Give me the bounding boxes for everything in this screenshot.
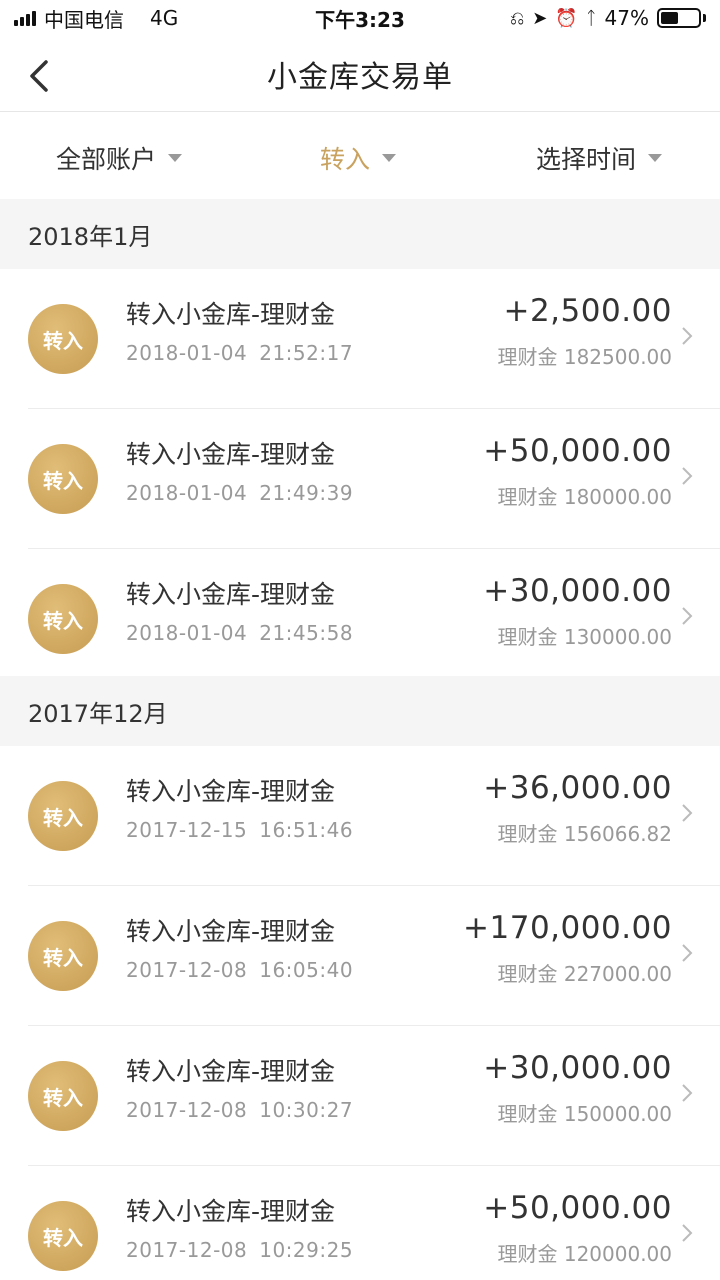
transaction-clock: 10:30:27 <box>259 1098 354 1122</box>
transaction-clock: 16:51:46 <box>259 818 354 842</box>
transaction-row[interactable]: 转入 转入小金库-理财金 2017-12-15 16:51:46 +36,000.… <box>0 746 720 886</box>
month-header: 2017年12月 <box>0 676 720 746</box>
chevron-right-icon <box>682 1224 693 1242</box>
chevron-right-icon <box>682 804 693 822</box>
transaction-clock: 16:05:40 <box>259 958 354 982</box>
nav-bar: 小金库交易单 <box>0 36 720 112</box>
type-filter-label: 转入 <box>320 145 371 174</box>
transaction-time: 2017-12-15 16:51:46 <box>126 818 353 842</box>
chevron-right-icon <box>682 944 693 962</box>
transaction-amount: +30,000.00 <box>483 573 672 609</box>
transaction-time: 2017-12-08 16:05:40 <box>126 958 353 982</box>
transaction-time: 2017-12-08 10:29:25 <box>126 1238 353 1262</box>
transaction-amount: +30,000.00 <box>483 1050 672 1086</box>
transaction-title: 转入小金库-理财金 <box>126 300 336 329</box>
transfer-in-badge: 转入 <box>28 444 98 514</box>
transaction-balance: 理财金 156066.82 <box>497 822 672 846</box>
transaction-date: 2018-01-04 <box>126 341 248 365</box>
transaction-title: 转入小金库-理财金 <box>126 917 336 946</box>
page-title: 小金库交易单 <box>267 59 453 95</box>
transfer-in-badge: 转入 <box>28 584 98 654</box>
transfer-in-badge: 转入 <box>28 1061 98 1131</box>
transaction-date: 2017-12-08 <box>126 1098 248 1122</box>
chevron-right-icon <box>682 467 693 485</box>
transaction-amount: +2,500.00 <box>503 293 672 329</box>
transaction-date: 2018-01-04 <box>126 481 248 505</box>
caret-down-icon <box>168 154 183 162</box>
transaction-time: 2018-01-04 21:52:17 <box>126 341 353 365</box>
status-bar: 中国电信 4G 下午3:23 ⎌ ➤ ⏰ ᛏ 47% <box>0 0 720 36</box>
time-filter[interactable]: 选择时间 <box>536 140 663 176</box>
location-icon: ➤ <box>532 7 548 29</box>
transaction-balance: 理财金 180000.00 <box>497 485 672 509</box>
type-filter[interactable]: 转入 <box>320 140 397 176</box>
transaction-balance: 理财金 227000.00 <box>497 962 672 986</box>
transaction-balance: 理财金 120000.00 <box>497 1242 672 1266</box>
signal-icon <box>14 10 36 26</box>
caret-down-icon <box>648 154 663 162</box>
transaction-row[interactable]: 转入 转入小金库-理财金 2018-01-04 21:52:17 +2,500.0… <box>0 269 720 409</box>
transaction-time: 2018-01-04 21:45:58 <box>126 621 353 645</box>
orientation-lock-icon: ⎌ <box>509 7 525 29</box>
transaction-amount: +50,000.00 <box>483 1190 672 1226</box>
transaction-title: 转入小金库-理财金 <box>126 580 336 609</box>
transaction-amount: +36,000.00 <box>483 770 672 806</box>
transaction-clock: 10:29:25 <box>259 1238 354 1262</box>
transaction-row[interactable]: 转入 转入小金库-理财金 2017-12-08 16:05:40 +170,000… <box>0 886 720 1026</box>
status-left: 中国电信 4G <box>14 4 178 33</box>
account-filter-label: 全部账户 <box>56 145 157 174</box>
account-filter[interactable]: 全部账户 <box>56 140 183 176</box>
transaction-date: 2017-12-08 <box>126 958 248 982</box>
month-header: 2018年1月 <box>0 199 720 269</box>
transaction-amount: +170,000.00 <box>463 910 672 946</box>
chevron-right-icon <box>682 607 693 625</box>
transaction-title: 转入小金库-理财金 <box>126 1057 336 1086</box>
transaction-date: 2017-12-08 <box>126 1238 248 1262</box>
status-right: ⎌ ➤ ⏰ ᛏ 47% <box>510 6 706 30</box>
transaction-balance: 理财金 182500.00 <box>497 345 672 369</box>
transaction-balance: 理财金 130000.00 <box>497 625 672 649</box>
caret-down-icon <box>382 154 397 162</box>
transaction-time: 2018-01-04 21:49:39 <box>126 481 353 505</box>
transfer-in-badge: 转入 <box>28 304 98 374</box>
transaction-clock: 21:45:58 <box>259 621 354 645</box>
transfer-in-badge: 转入 <box>28 781 98 851</box>
chevron-right-icon <box>682 1084 693 1102</box>
filter-bar: 全部账户 转入 选择时间 <box>0 113 720 199</box>
transaction-row[interactable]: 转入 转入小金库-理财金 2018-01-04 21:49:39 +50,000.… <box>0 409 720 549</box>
transaction-balance: 理财金 150000.00 <box>497 1102 672 1126</box>
battery-icon <box>657 8 706 28</box>
transfer-in-badge: 转入 <box>28 921 98 991</box>
transaction-title: 转入小金库-理财金 <box>126 440 336 469</box>
transaction-amount: +50,000.00 <box>483 433 672 469</box>
bluetooth-icon: ᛏ <box>585 7 597 29</box>
carrier-label: 中国电信 <box>44 7 124 32</box>
transaction-date: 2018-01-04 <box>126 621 248 645</box>
transaction-time: 2017-12-08 10:30:27 <box>126 1098 353 1122</box>
chevron-right-icon <box>682 327 693 345</box>
transaction-date: 2017-12-15 <box>126 818 248 842</box>
battery-percent: 47% <box>604 6 649 30</box>
transfer-in-badge: 转入 <box>28 1201 98 1271</box>
transaction-row[interactable]: 转入 转入小金库-理财金 2018-01-04 21:45:58 +30,000.… <box>0 549 720 689</box>
transaction-title: 转入小金库-理财金 <box>126 1197 336 1226</box>
time-filter-label: 选择时间 <box>536 145 637 174</box>
transaction-row[interactable]: 转入 转入小金库-理财金 2017-12-08 10:29:25 +50,000.… <box>0 1166 720 1280</box>
transaction-clock: 21:52:17 <box>259 341 354 365</box>
transaction-clock: 21:49:39 <box>259 481 354 505</box>
alarm-icon: ⏰ <box>555 7 578 29</box>
transaction-title: 转入小金库-理财金 <box>126 777 336 806</box>
back-arrow-icon[interactable] <box>26 56 56 96</box>
network-label: 4G <box>150 6 179 30</box>
transaction-row[interactable]: 转入 转入小金库-理财金 2017-12-08 10:30:27 +30,000.… <box>0 1026 720 1166</box>
